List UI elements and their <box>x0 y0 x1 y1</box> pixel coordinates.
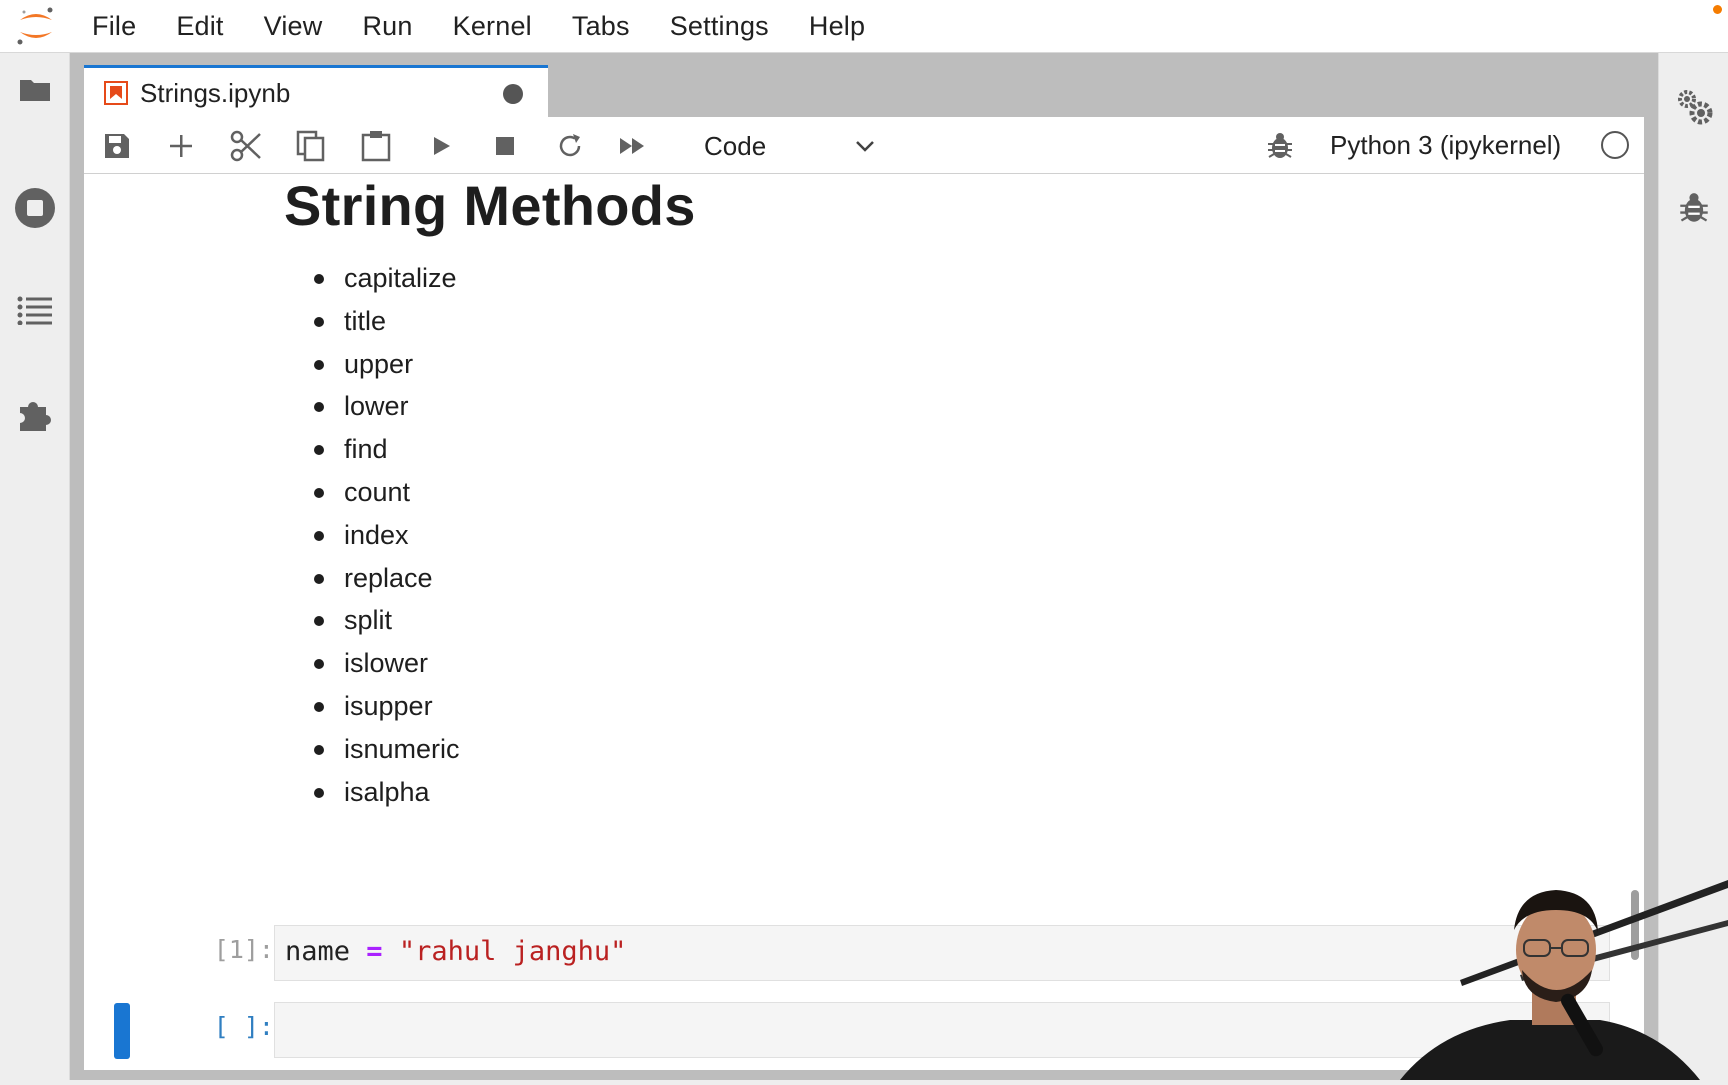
list-item: split <box>284 599 460 642</box>
list-item: isupper <box>284 685 460 728</box>
list-item: capitalize <box>284 257 460 300</box>
list-item: isalpha <box>284 771 460 814</box>
list-item: title <box>284 300 460 343</box>
run-all-icon[interactable] <box>616 129 650 163</box>
kernel-status-icon <box>1601 131 1629 159</box>
list-item: replace <box>284 557 460 600</box>
table-of-contents-icon[interactable] <box>10 285 60 335</box>
debugger-icon[interactable] <box>1669 183 1719 233</box>
property-inspector-icon[interactable] <box>1669 81 1719 131</box>
jupyter-logo[interactable] <box>14 6 58 46</box>
cell-type-label: Code <box>704 131 767 161</box>
kernel-name[interactable]: Python 3 (ipykernel) <box>1330 130 1561 161</box>
extensions-icon[interactable] <box>10 389 60 439</box>
menu-settings[interactable]: Settings <box>670 11 769 42</box>
unsaved-indicator-icon[interactable] <box>503 84 523 104</box>
cell-type-dropdown[interactable]: Code <box>702 127 882 165</box>
list-item: isnumeric <box>284 728 460 771</box>
copy-icon[interactable] <box>294 129 328 163</box>
notification-dot <box>1713 5 1722 14</box>
running-terminals-icon[interactable] <box>10 183 60 233</box>
list-item: count <box>284 471 460 514</box>
list-item: islower <box>284 642 460 685</box>
run-icon[interactable] <box>424 129 458 163</box>
tab-strings-notebook[interactable]: Strings.ipynb <box>84 65 548 117</box>
code-variable: name <box>285 936 351 967</box>
execution-prompt: [1]: <box>213 935 274 964</box>
markdown-heading: String Methods <box>284 175 696 237</box>
list-item: index <box>284 514 460 557</box>
tab-title: Strings.ipynb <box>140 78 291 108</box>
active-cell-indicator[interactable] <box>114 1003 130 1059</box>
execution-prompt: [ ]: <box>213 1012 274 1041</box>
menu-kernel[interactable]: Kernel <box>453 11 532 42</box>
menu-tabs[interactable]: Tabs <box>572 11 630 42</box>
add-cell-icon[interactable] <box>164 129 198 163</box>
code-text: name = "rahul janghu" <box>285 936 626 967</box>
tab-bar: Strings.ipynb <box>84 65 1644 117</box>
list-item: lower <box>284 385 460 428</box>
left-sidebar <box>0 53 70 1080</box>
menu-help[interactable]: Help <box>809 11 865 42</box>
chevron-down-icon <box>854 135 876 162</box>
stop-icon[interactable] <box>488 129 522 163</box>
code-operator: = <box>366 936 383 967</box>
folder-icon[interactable] <box>10 65 60 115</box>
cut-icon[interactable] <box>229 129 263 163</box>
notebook-icon <box>104 81 128 105</box>
menu-file[interactable]: File <box>92 11 136 42</box>
menu-run[interactable]: Run <box>362 11 412 42</box>
list-item: upper <box>284 343 460 386</box>
code-string: "rahul janghu" <box>398 936 627 967</box>
menu-items: File Edit View Run Kernel Tabs Settings … <box>92 0 905 53</box>
menu-view[interactable]: View <box>264 11 323 42</box>
restart-icon[interactable] <box>553 129 587 163</box>
menu-bar: File Edit View Run Kernel Tabs Settings … <box>0 0 1728 53</box>
list-item: find <box>284 428 460 471</box>
markdown-list: capitalize title upper lower find count … <box>284 257 460 813</box>
webcam-overlay <box>1400 880 1728 1080</box>
menu-edit[interactable]: Edit <box>176 11 223 42</box>
save-icon[interactable] <box>100 129 134 163</box>
paste-icon[interactable] <box>359 129 393 163</box>
notebook-toolbar: Code Python 3 (ipykernel) <box>84 117 1644 174</box>
debugger-toggle-icon[interactable] <box>1263 129 1297 163</box>
